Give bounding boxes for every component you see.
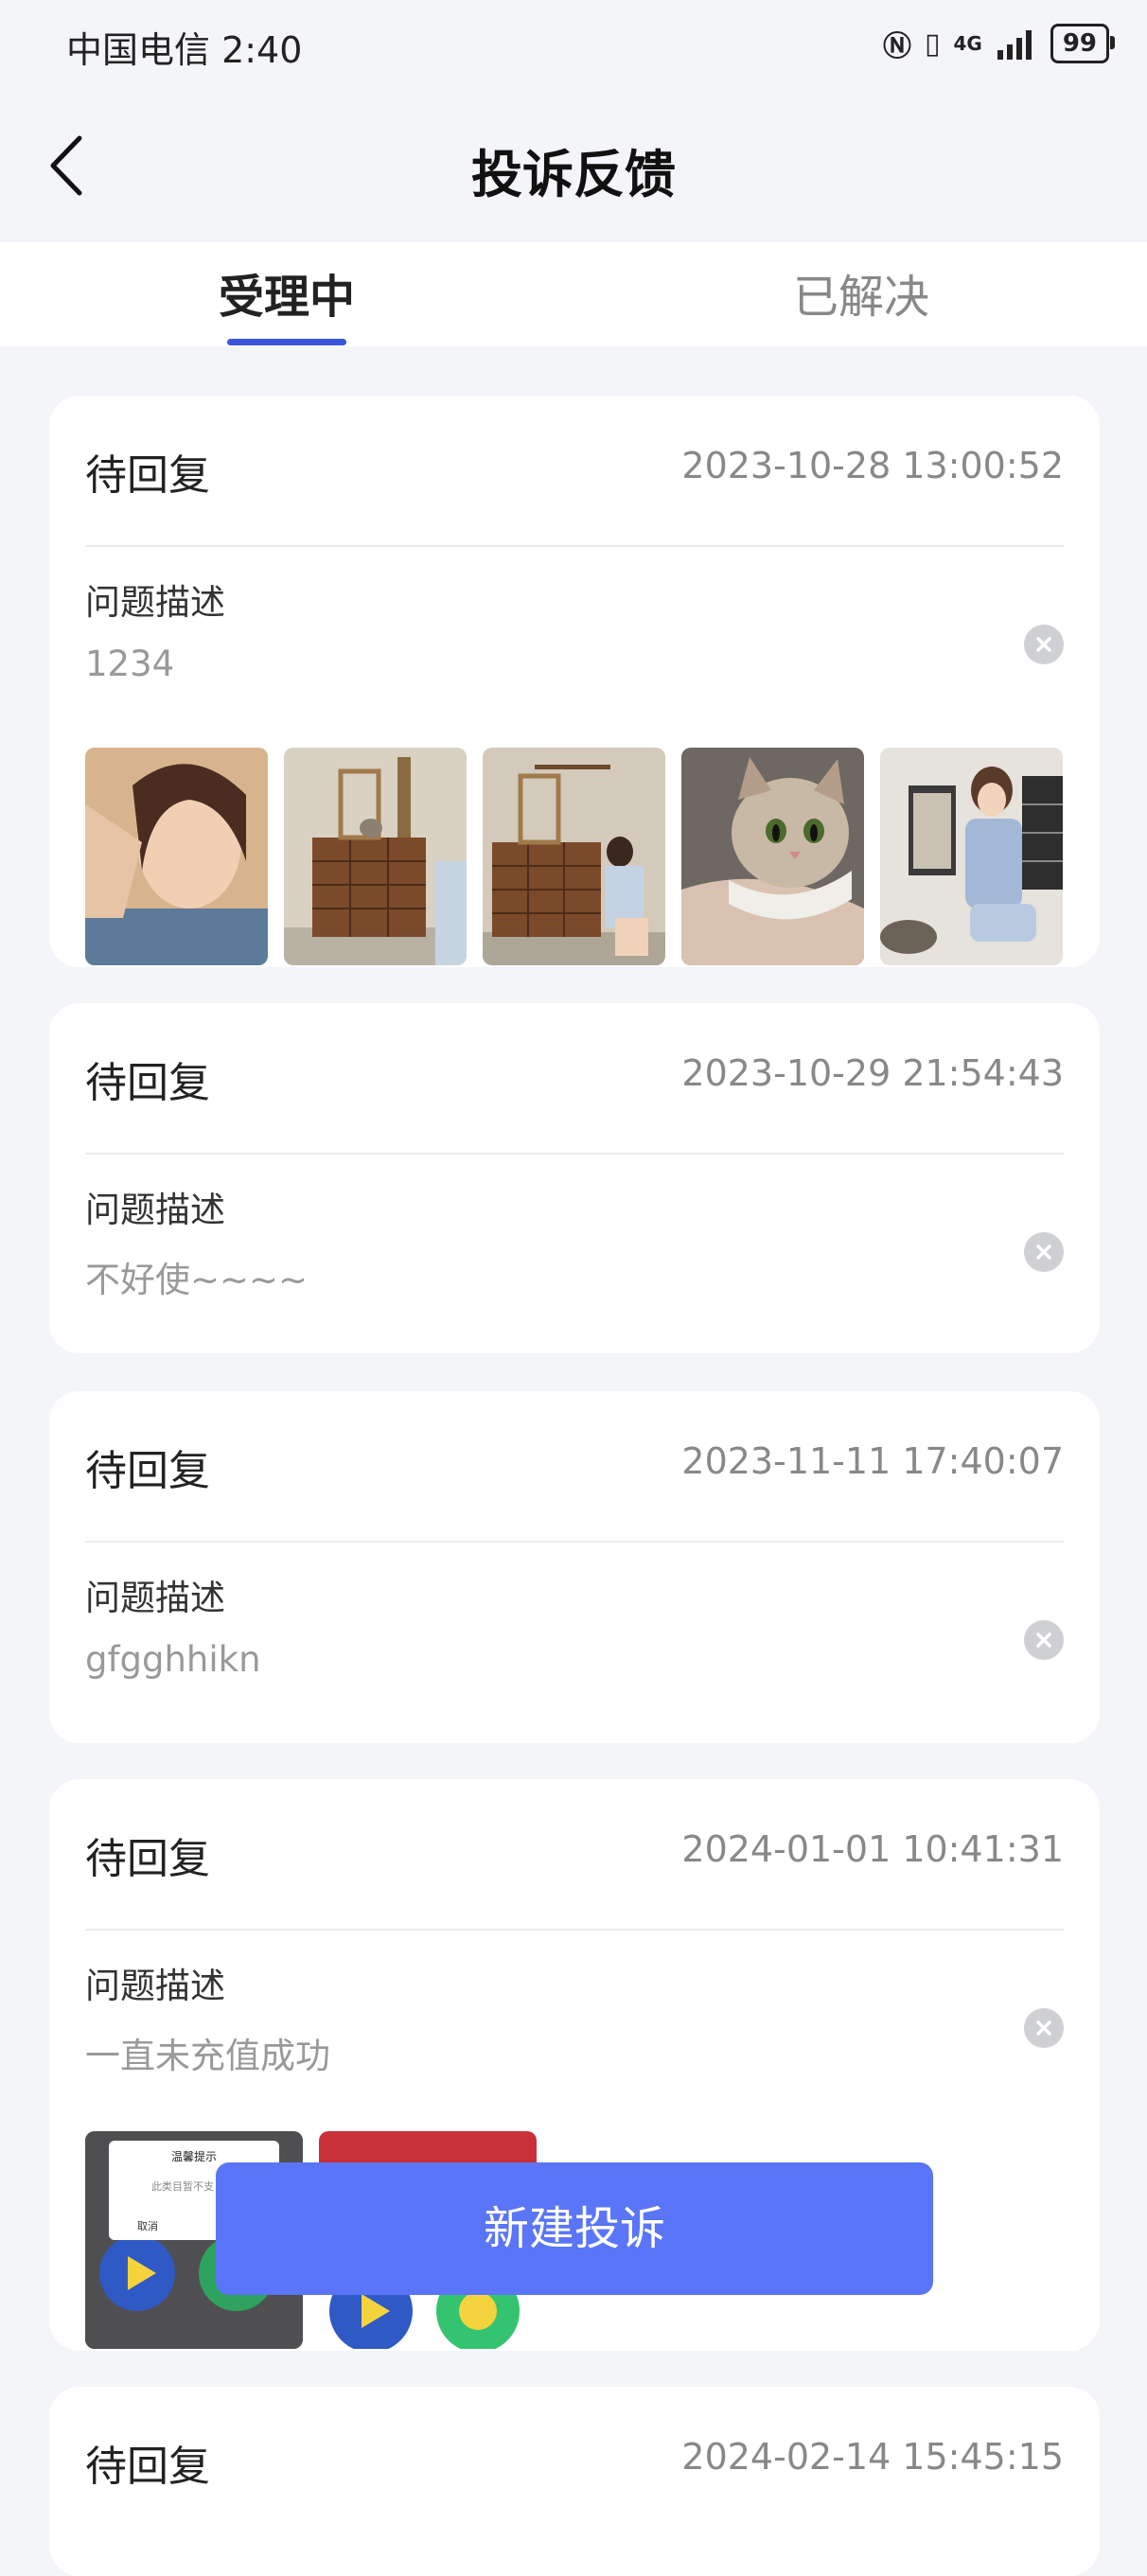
- date-label: 2023-10-29 21:54:43: [681, 1052, 1064, 1094]
- carrier-time: 中国电信 2:40: [66, 29, 303, 71]
- status-bar: 中国电信 2:40 Ⓝ ▯ 4G 99: [0, 0, 1147, 95]
- date-label: 2024-02-14 15:45:15: [681, 2436, 1064, 2478]
- network-type: 4G: [953, 32, 982, 55]
- image-thumbnail[interactable]: [85, 748, 268, 965]
- status-label: 待回复: [85, 2443, 210, 2491]
- divider: [85, 545, 1064, 547]
- image-thumbnails: [85, 748, 1063, 965]
- complaint-card[interactable]: 待回复 2023-11-11 17:40:07 问题描述 gfgghhikn: [49, 1391, 1100, 1743]
- clear-icon[interactable]: [1024, 1232, 1064, 1272]
- description-label: 问题描述: [85, 1578, 225, 1618]
- description-label: 问题描述: [85, 1966, 225, 2006]
- dialog-cancel: 取消: [137, 2220, 158, 2232]
- tab-processing[interactable]: 受理中: [145, 259, 429, 326]
- date-label: 2023-10-28 13:00:52: [681, 445, 1064, 486]
- vibrate-icon: ▯: [924, 26, 941, 61]
- divider: [85, 1929, 1064, 1931]
- date-label: 2024-01-01 10:41:31: [681, 1828, 1064, 1870]
- description-label: 问题描述: [85, 1190, 225, 1230]
- description-text: 不好使~~~~: [85, 1260, 309, 1300]
- clear-icon[interactable]: [1024, 1620, 1064, 1660]
- description-label: 问题描述: [85, 582, 225, 623]
- active-tab-indicator: [227, 339, 346, 345]
- description-text: gfgghhikn: [85, 1639, 261, 1680]
- divider: [85, 1153, 1064, 1155]
- clear-icon[interactable]: [1024, 625, 1064, 664]
- new-complaint-button[interactable]: 新建投诉: [216, 2162, 933, 2295]
- status-label: 待回复: [85, 1835, 210, 1883]
- signal-icon: [997, 30, 1032, 60]
- image-thumbnail[interactable]: [284, 748, 467, 965]
- status-label: 待回复: [85, 451, 210, 500]
- complaint-card[interactable]: 待回复 2023-10-28 13:00:52 问题描述 1234: [49, 396, 1100, 967]
- status-label: 待回复: [85, 1059, 210, 1107]
- nav-bar: 投诉反馈: [0, 95, 1147, 242]
- nfc-icon: Ⓝ: [882, 30, 911, 63]
- tab-resolved[interactable]: 已解决: [719, 259, 1003, 326]
- page-title: 投诉反馈: [471, 145, 676, 204]
- image-thumbnail[interactable]: [880, 748, 1063, 965]
- complaint-card[interactable]: 待回复 2024-02-14 15:45:15: [49, 2387, 1100, 2576]
- status-icons: Ⓝ ▯ 4G 99: [882, 23, 1116, 64]
- battery-indicator: 99: [1050, 24, 1116, 63]
- description-text: 一直未充值成功: [85, 2036, 330, 2076]
- image-thumbnail[interactable]: [483, 748, 665, 965]
- image-thumbnail[interactable]: [681, 748, 864, 965]
- status-label: 待回复: [85, 1447, 210, 1495]
- description-text: 1234: [85, 644, 175, 684]
- tab-bar: 受理中 已解决: [0, 242, 1147, 346]
- clear-icon[interactable]: [1024, 2008, 1064, 2048]
- divider: [85, 1541, 1064, 1543]
- complaint-card[interactable]: 待回复 2023-10-29 21:54:43 问题描述 不好使~~~~: [49, 1003, 1100, 1353]
- date-label: 2023-11-11 17:40:07: [681, 1440, 1064, 1482]
